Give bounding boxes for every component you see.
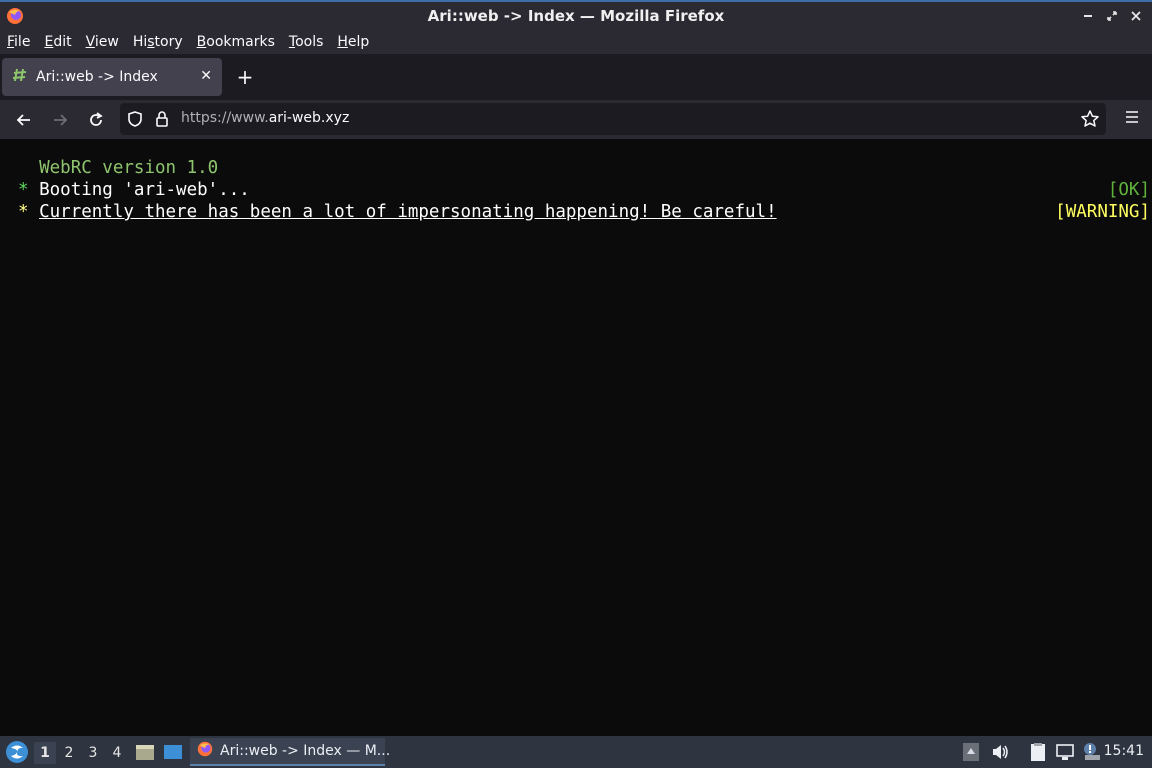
up-arrow-icon[interactable] (962, 742, 982, 762)
workspace-2[interactable]: 2 (58, 742, 80, 764)
file-manager-icon[interactable] (134, 741, 154, 761)
menu-help[interactable]: Help (337, 34, 369, 50)
notification-icon[interactable] (1082, 742, 1102, 762)
menu-tools[interactable]: Tools (289, 34, 324, 50)
maximize-icon[interactable] (1102, 6, 1122, 26)
network-icon[interactable] (1055, 742, 1075, 762)
taskbar-firefox-window[interactable]: Ari::web -> Index — M... (190, 738, 390, 766)
menubar: File Edit View History Bookmarks Tools H… (0, 30, 1152, 54)
navigation-toolbar: https://www.ari-web.xyz (0, 100, 1152, 140)
workspace-4[interactable]: 4 (106, 742, 128, 764)
status-ok: [OK] (1107, 180, 1150, 200)
tab-strip: Ari::web -> Index ✕ + (0, 54, 1152, 100)
lock-icon[interactable] (154, 110, 170, 132)
url-text[interactable]: https://www.ari-web.xyz (181, 110, 349, 126)
start-menu-icon[interactable] (4, 739, 30, 765)
terminal-line-warning: * Currently there has been a lot of impe… (18, 202, 1150, 222)
tab-active[interactable]: Ari::web -> Index ✕ (2, 58, 222, 96)
menu-view[interactable]: View (86, 34, 119, 50)
menu-edit[interactable]: Edit (44, 34, 71, 50)
reload-icon[interactable] (84, 108, 108, 132)
warning-link[interactable]: Currently there has been a lot of impers… (39, 202, 777, 222)
hamburger-menu-icon[interactable] (1124, 109, 1140, 129)
new-tab-button[interactable]: + (234, 66, 256, 88)
terminal-line-booting: * Booting 'ari-web'... [OK] (18, 180, 1150, 200)
menu-bookmarks[interactable]: Bookmarks (197, 34, 275, 50)
back-icon[interactable] (12, 108, 36, 132)
url-bar[interactable]: https://www.ari-web.xyz (120, 103, 1106, 135)
status-warning: [WARNING] (1055, 202, 1150, 222)
hashtag-favicon-icon (12, 67, 28, 87)
workspace-3[interactable]: 3 (82, 742, 104, 764)
clipboard-icon[interactable] (1028, 742, 1048, 762)
close-icon[interactable] (1126, 6, 1146, 26)
taskbar-window-label: Ari::web -> Index — M... (220, 743, 391, 759)
tab-close-icon[interactable]: ✕ (200, 68, 212, 84)
firefox-icon (196, 740, 214, 762)
window-titlebar: Ari::web -> Index — Mozilla Firefox (0, 0, 1152, 30)
shield-icon[interactable] (126, 110, 144, 132)
minimize-icon[interactable] (1078, 6, 1098, 26)
clock[interactable]: 15:41 (1104, 743, 1144, 759)
menu-history[interactable]: History (133, 34, 183, 50)
window-title: Ari::web -> Index — Mozilla Firefox (427, 7, 725, 25)
star-icon[interactable] (1080, 109, 1100, 133)
page-content: WebRC version 1.0 * Booting 'ari-web'...… (0, 141, 1152, 736)
terminal-line-version: WebRC version 1.0 (39, 158, 219, 178)
workspace-1[interactable]: 1 (34, 742, 56, 764)
forward-icon[interactable] (48, 108, 72, 132)
taskbar: 1 2 3 4 Ari::web -> Index — M... 15:41 (0, 736, 1152, 768)
firefox-icon (5, 6, 25, 30)
volume-icon[interactable] (990, 742, 1010, 762)
tab-label: Ari::web -> Index (36, 69, 158, 85)
desktop-icon[interactable] (162, 741, 182, 761)
menu-file[interactable]: File (7, 34, 30, 50)
